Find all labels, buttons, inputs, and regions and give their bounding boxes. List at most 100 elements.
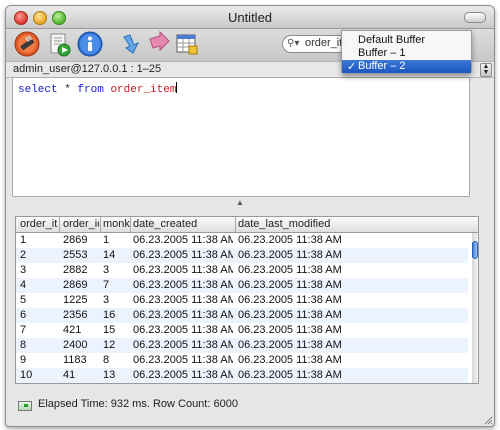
table-cell[interactable]: 1225 — [63, 294, 99, 306]
disconnect-button[interactable] — [14, 31, 40, 57]
table-cell[interactable]: 06.23.2005 11:38 AM — [133, 279, 233, 291]
table-cell[interactable]: 1 — [20, 234, 58, 246]
table-row[interactable]: 10 41 13 06.23.2005 11:38 AM 06.23.2005 11:3… — [16, 368, 468, 383]
table-cell[interactable]: 06.23.2005 11:38 AM — [133, 354, 233, 366]
table-cell[interactable]: 06.23.2005 11:38 AM — [238, 264, 466, 276]
checkmark-icon: ✓ — [347, 61, 357, 73]
table-cell[interactable]: 421 — [63, 324, 99, 336]
status-indicator — [18, 401, 32, 411]
table-cell[interactable]: 2356 — [63, 309, 99, 321]
buffer-stepper[interactable]: ▲ ▼ — [480, 63, 492, 77]
results-table[interactable]: order_it order_id monk date_created date… — [15, 216, 479, 384]
table-cell[interactable]: 13 — [103, 369, 130, 381]
table-cell[interactable]: 14 — [103, 249, 130, 261]
column-divider[interactable] — [59, 217, 60, 232]
table-cell[interactable]: 06.23.2005 11:38 AM — [238, 354, 466, 366]
table-cell[interactable]: 2400 — [63, 339, 99, 351]
table-row[interactable]: 2 2553 14 06.23.2005 11:38 AM 06.23.2005 11:… — [16, 248, 468, 263]
table-row[interactable]: 9 1183 8 06.23.2005 11:38 AM 06.23.2005 11:3… — [16, 353, 468, 368]
table-view-button[interactable] — [174, 31, 200, 57]
column-divider[interactable] — [235, 217, 236, 232]
table-cell[interactable]: 06.23.2005 11:38 AM — [238, 339, 466, 351]
table-cell[interactable]: 7 — [103, 279, 130, 291]
column-header[interactable]: monk — [103, 218, 130, 230]
column-divider[interactable] — [130, 217, 131, 232]
query-editor[interactable]: select * from order_item — [12, 77, 470, 197]
split-view-handle[interactable]: ▲ — [12, 196, 468, 210]
table-cell[interactable]: 15 — [103, 324, 130, 336]
column-divider[interactable] — [100, 217, 101, 232]
vertical-scrollbar[interactable] — [472, 233, 478, 383]
table-cell[interactable]: 2882 — [63, 264, 99, 276]
table-row[interactable]: 3 2882 3 06.23.2005 11:38 AM 06.23.2005 11:3… — [16, 263, 468, 278]
table-row[interactable]: 8 2400 12 06.23.2005 11:38 AM 06.23.2005 11:… — [16, 338, 468, 353]
table-cell[interactable]: 1183 — [63, 354, 99, 366]
table-cell[interactable]: 3 — [103, 264, 130, 276]
history-forward-button[interactable] — [146, 30, 172, 57]
table-cell[interactable]: 10 — [20, 369, 58, 381]
history-down-button[interactable] — [118, 31, 144, 57]
table-cell[interactable]: 8 — [103, 354, 130, 366]
table-cell[interactable]: 06.23.2005 11:38 AM — [133, 369, 233, 381]
table-cell[interactable]: 2 — [20, 249, 58, 261]
table-cell[interactable]: 5 — [20, 294, 58, 306]
table-cell[interactable]: 06.23.2005 11:38 AM — [133, 294, 233, 306]
table-cell[interactable]: 6 — [20, 309, 58, 321]
table-cell[interactable]: 3 — [20, 264, 58, 276]
menu-item-default-buffer[interactable]: Default Buffer — [342, 34, 471, 47]
table-cell[interactable]: 16 — [103, 309, 130, 321]
menu-item-label: Buffer – 1 — [358, 47, 406, 59]
arrow-down-icon — [123, 34, 140, 54]
menu-item-buffer-1[interactable]: Buffer – 1 — [342, 47, 471, 60]
info-button[interactable] — [77, 31, 103, 57]
table-cell[interactable]: 06.23.2005 11:38 AM — [133, 309, 233, 321]
menu-item-label: Buffer – 2 — [358, 60, 406, 72]
table-cell[interactable]: 9 — [20, 354, 58, 366]
table-cell[interactable]: 2869 — [63, 234, 99, 246]
table-cell[interactable]: 06.23.2005 11:38 AM — [238, 279, 466, 291]
table-row[interactable]: 1 2869 1 06.23.2005 11:38 AM 06.23.2005 11:3… — [16, 233, 468, 248]
table-cell[interactable]: 06.23.2005 11:38 AM — [133, 339, 233, 351]
table-cell[interactable]: 06.23.2005 11:38 AM — [238, 249, 466, 261]
table-cell[interactable]: 2553 — [63, 249, 99, 261]
buffer-menu: Default Buffer Buffer – 1 ✓ Buffer – 2 — [341, 30, 472, 74]
table-cell[interactable]: 12 — [103, 339, 130, 351]
table-cell[interactable]: 7 — [20, 324, 58, 336]
table-cell[interactable]: 06.23.2005 11:38 AM — [133, 264, 233, 276]
table-cell[interactable]: 06.23.2005 11:38 AM — [238, 369, 466, 381]
table-row[interactable]: 5 1225 3 06.23.2005 11:38 AM 06.23.2005 11:3… — [16, 293, 468, 308]
table-cell[interactable]: 4 — [20, 279, 58, 291]
table-row[interactable]: 4 2869 7 06.23.2005 11:38 AM 06.23.2005 11:3… — [16, 278, 468, 293]
scroll-thumb[interactable] — [472, 241, 478, 259]
resize-grip-icon[interactable] — [483, 415, 493, 425]
title-bar[interactable]: Untitled — [6, 6, 494, 29]
table-cell[interactable]: 8 — [20, 339, 58, 351]
column-header[interactable]: date_last_modified — [238, 218, 468, 230]
execute-button[interactable] — [46, 31, 72, 57]
table-row[interactable]: 6 2356 16 06.23.2005 11:38 AM 06.23.2005 11:… — [16, 308, 468, 323]
table-cell[interactable]: 06.23.2005 11:38 AM — [238, 309, 466, 321]
column-header[interactable]: order_id — [63, 218, 99, 230]
table-cell[interactable]: 3 — [103, 294, 130, 306]
table-cell[interactable]: 06.23.2005 11:38 AM — [133, 249, 233, 261]
search-icon[interactable]: ⚲▾ — [287, 38, 299, 49]
table-row[interactable]: 1124751106.23.2005 11:38 AM06.23.2005 11… — [16, 383, 468, 384]
query-text[interactable]: select * from order_item — [18, 82, 178, 96]
menu-item-buffer-2[interactable]: ✓ Buffer – 2 — [342, 60, 471, 73]
table-cell[interactable]: 06.23.2005 11:38 AM — [133, 234, 233, 246]
connection-label: admin_user@127.0.0.1 : 1–25 — [13, 63, 162, 75]
toolbar-toggle-button[interactable] — [464, 12, 486, 23]
run-script-icon — [50, 33, 71, 57]
table-cell[interactable]: 1 — [103, 234, 130, 246]
table-cell[interactable]: 06.23.2005 11:38 AM — [238, 324, 466, 336]
column-header[interactable]: order_it — [20, 218, 58, 230]
column-header[interactable]: date_created — [133, 218, 233, 230]
arrow-right-icon — [149, 30, 170, 52]
table-cell[interactable]: 06.23.2005 11:38 AM — [238, 294, 466, 306]
table-row[interactable]: 7 421 15 06.23.2005 11:38 AM 06.23.2005 11:3… — [16, 323, 468, 338]
table-cell[interactable]: 2869 — [63, 279, 99, 291]
table-cell[interactable]: 06.23.2005 11:38 AM — [133, 324, 233, 336]
table-cell[interactable]: 06.23.2005 11:38 AM — [238, 234, 466, 246]
table-cell[interactable]: 41 — [63, 369, 99, 381]
status-light — [24, 404, 28, 407]
